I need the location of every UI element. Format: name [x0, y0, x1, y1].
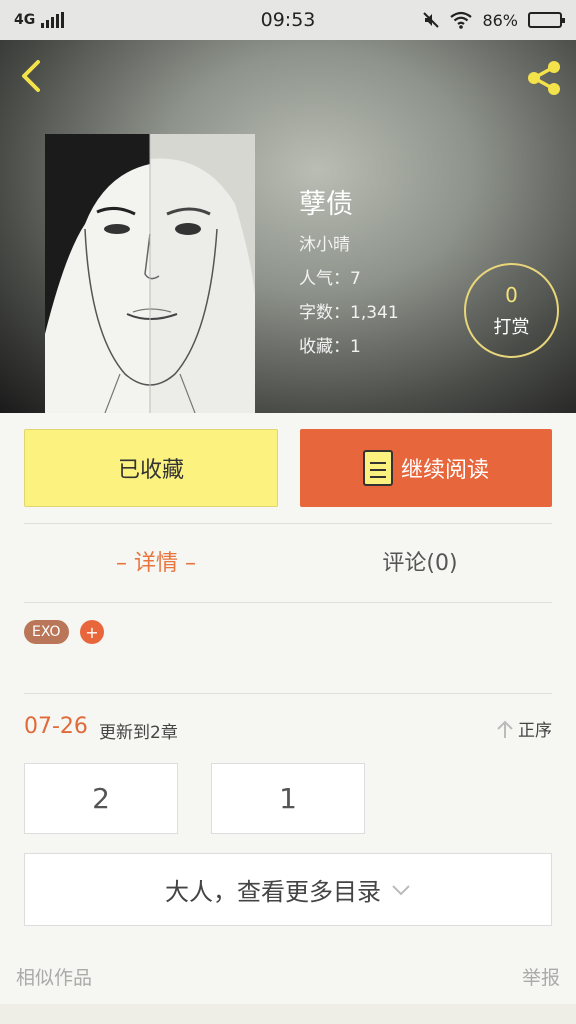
share-icon[interactable]	[522, 56, 566, 100]
tip-count: 0	[505, 282, 518, 307]
tip-label: 打赏	[493, 316, 530, 338]
update-text: 更新到2章	[99, 723, 178, 743]
book-title: 孽债	[299, 189, 353, 220]
divider	[24, 523, 552, 524]
more-catalog-button[interactable]: 大人，查看更多目录	[24, 853, 552, 926]
tab-comments[interactable]: 评论(0)	[288, 545, 552, 577]
tab-details[interactable]: – 详情 –	[24, 545, 288, 577]
book-author[interactable]: 沐小晴	[299, 230, 350, 255]
back-icon[interactable]	[14, 56, 48, 96]
signal-indicator: 4G	[14, 12, 214, 28]
divider	[24, 693, 552, 694]
chevron-down-icon	[392, 884, 410, 895]
divider	[24, 602, 552, 603]
network-type: 4G	[14, 12, 36, 28]
update-date: 07-26	[24, 714, 88, 739]
continue-reading-button[interactable]: 继续阅读	[300, 429, 552, 507]
report-link[interactable]: 举报	[522, 963, 560, 990]
battery-icon	[528, 12, 565, 28]
book-favorites: 收藏：1	[299, 337, 361, 357]
battery-percent: 86%	[482, 10, 518, 30]
tip-button[interactable]: 0 打赏	[464, 263, 559, 358]
similar-works-label: 相似作品	[16, 967, 93, 989]
clock: 09:53	[260, 9, 316, 31]
book-icon	[362, 450, 393, 486]
more-catalog-label: 大人，查看更多目录	[165, 878, 381, 906]
continue-reading-label: 继续阅读	[400, 458, 489, 483]
cover-illustration	[45, 134, 255, 413]
favorited-button[interactable]: 已收藏	[24, 429, 278, 507]
signal-icon	[41, 12, 65, 28]
chapter-button[interactable]: 2	[24, 763, 178, 834]
book-popularity: 人气：7	[299, 269, 361, 289]
tag-chip[interactable]: EXO	[24, 620, 69, 644]
sort-order-button[interactable]: 正序	[496, 716, 552, 741]
book-word-count: 字数：1,341	[299, 303, 399, 323]
book-cover[interactable]	[45, 134, 255, 413]
status-bar: 4G 09:53 86%	[0, 0, 576, 40]
arrow-up-icon	[497, 720, 513, 738]
bottom-strip	[0, 1004, 576, 1024]
mute-icon	[423, 12, 440, 28]
add-tag-button[interactable]: +	[80, 620, 104, 644]
chapter-button[interactable]: 1	[211, 763, 365, 834]
wifi-icon	[450, 11, 473, 29]
sort-order-label: 正序	[518, 721, 552, 741]
book-header: 孽债 沐小晴 人气：7 字数：1,341 收藏：1 0 打赏	[0, 40, 576, 413]
